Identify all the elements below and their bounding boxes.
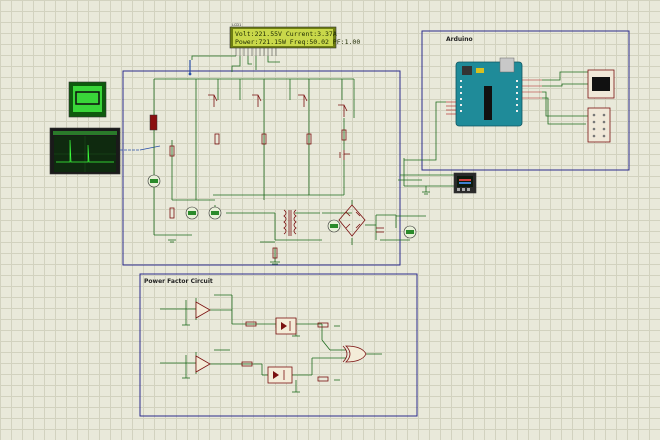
schematic-svg: Arduino Power Factor Circuit LCD1 Volt:2…: [49, 23, 630, 417]
lcd-line-2: Power:721.15W Freq:50.02 PF:1.00: [235, 38, 360, 46]
voltmeter-2[interactable]: [208, 206, 222, 220]
power-factor-section-title: Power Factor Circuit: [144, 278, 213, 285]
xor-gate[interactable]: [342, 345, 367, 363]
ammeter-1[interactable]: [185, 206, 199, 220]
opamp-1[interactable]: [195, 301, 211, 319]
ammeter-2[interactable]: [327, 219, 341, 233]
lcd-supply-marker: [188, 60, 192, 76]
voltmeter-3[interactable]: [403, 225, 417, 239]
bluetooth-module[interactable]: [587, 69, 615, 99]
pf-grounds: [182, 324, 340, 393]
svg-text:LCD1: LCD1: [232, 23, 241, 27]
keypad-module[interactable]: [587, 107, 611, 143]
voltmeter-1[interactable]: [147, 174, 161, 188]
optocoupler-1[interactable]: [275, 317, 297, 335]
fuse[interactable]: [149, 114, 158, 131]
ground-symbols: [168, 191, 430, 265]
mosfet: [339, 150, 350, 160]
arduino-board[interactable]: [455, 57, 523, 127]
arduino-frame[interactable]: [421, 30, 630, 171]
filter-capacitor: [376, 227, 384, 233]
mini-scope[interactable]: [68, 81, 107, 118]
oscilloscope[interactable]: [49, 127, 121, 175]
schematic-canvas[interactable]: Arduino Power Factor Circuit LCD1 Volt:2…: [0, 0, 660, 440]
lcd-line-1: Volt:221.55V Current:3.37A: [235, 30, 337, 38]
arduino-section-title: Arduino: [446, 36, 473, 43]
optocoupler-2[interactable]: [267, 366, 293, 384]
main-circuit-frame[interactable]: [122, 70, 401, 266]
transformer[interactable]: [283, 209, 297, 236]
power-factor-frame[interactable]: [139, 273, 418, 417]
virtual-terminal[interactable]: [453, 172, 477, 194]
bridge-rectifier[interactable]: [338, 204, 366, 237]
relay-switches: [208, 94, 348, 117]
opamp-2[interactable]: [195, 355, 211, 373]
lcd-wiring: [191, 55, 280, 72]
lcd-display[interactable]: LCD1 Volt:221.55V Current:3.37A Power:72…: [229, 23, 360, 56]
